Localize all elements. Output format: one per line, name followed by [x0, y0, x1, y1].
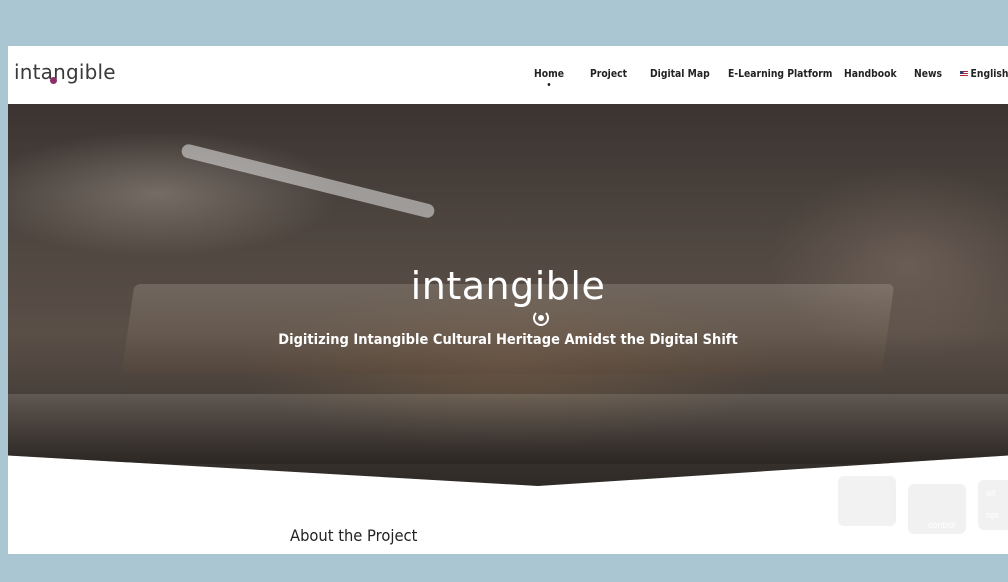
about-title: About the Project	[290, 526, 418, 545]
keyboard-key	[838, 476, 896, 526]
logo-dot-icon	[50, 77, 57, 84]
nav-handbook[interactable]: Handbook	[844, 68, 897, 80]
hero-logo-text: intangible	[410, 264, 606, 308]
key-label-opt: opt	[986, 510, 999, 520]
logo-text: intangible	[14, 60, 116, 84]
keyboard-decoration: control alt opt	[808, 476, 1008, 554]
site-header: intangible Home Project Digital Map E-Le…	[8, 46, 1008, 104]
keyboard-key: alt opt	[978, 480, 1008, 530]
hero-pen-decoration	[180, 142, 436, 220]
language-label: English	[970, 68, 1008, 80]
key-label-control: control	[928, 520, 956, 530]
us-flag-icon	[960, 71, 968, 77]
site-logo[interactable]: intangible	[14, 60, 116, 84]
nav-project[interactable]: Project	[590, 68, 627, 80]
browser-viewport: intangible Home Project Digital Map E-Le…	[8, 46, 1008, 554]
hero-logo-swirl-icon	[533, 310, 549, 326]
nav-language[interactable]: English	[960, 68, 1008, 80]
hero-tagline: Digitizing Intangible Cultural Heritage …	[278, 332, 738, 348]
nav-home[interactable]: Home	[534, 68, 564, 80]
hero-pages-decoration	[8, 394, 1008, 464]
nav-e-learning-platform[interactable]: E-Learning Platform	[728, 68, 832, 80]
nav-news[interactable]: News	[914, 68, 942, 80]
hero-banner: intangible Digitizing Intangible Cultura…	[8, 104, 1008, 486]
hero-logo: intangible	[8, 264, 1008, 326]
nav-digital-map[interactable]: Digital Map	[650, 68, 710, 80]
key-label-alt: alt	[986, 488, 996, 498]
keyboard-key: control	[908, 484, 966, 534]
about-section: control alt opt About the Project	[8, 476, 1008, 554]
